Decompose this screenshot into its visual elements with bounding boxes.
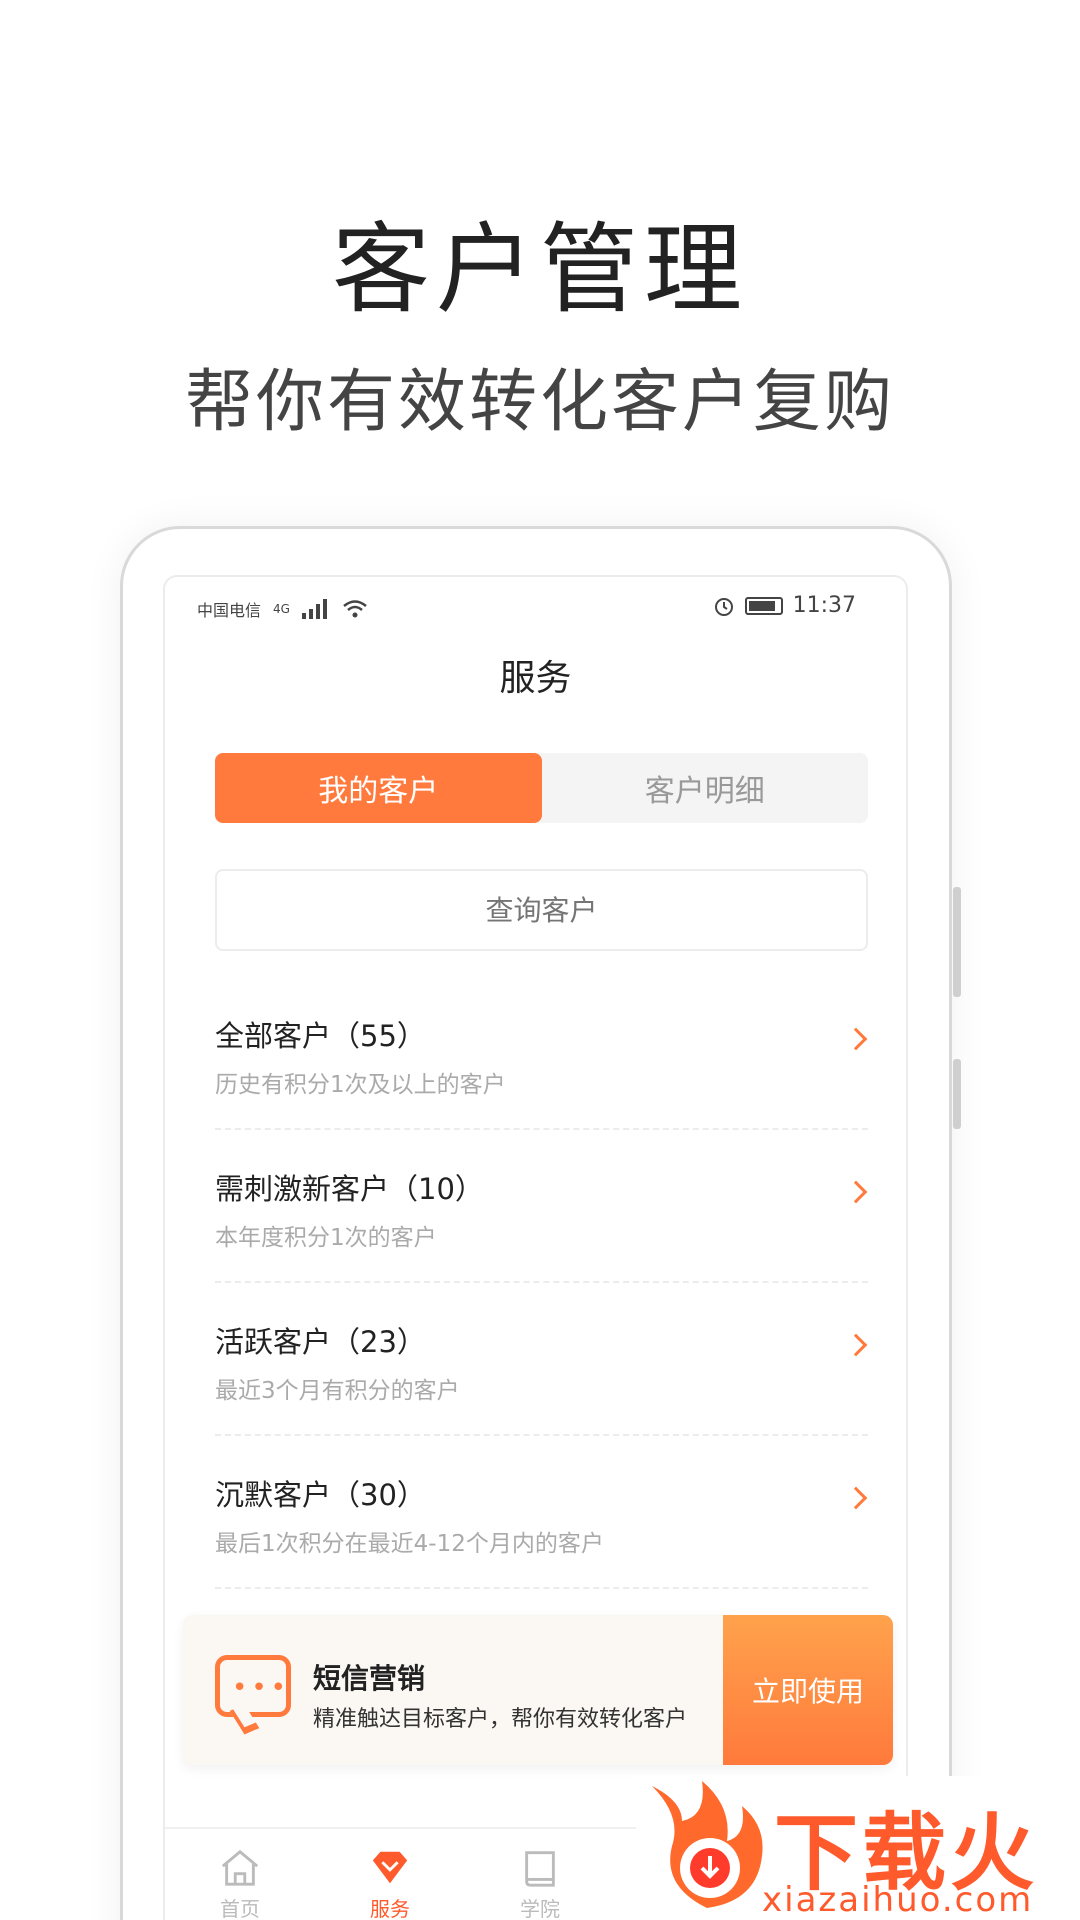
list-item-title: 沉默客户（30） <box>215 1478 426 1512</box>
list-item[interactable]: 活跃客户（23） 最近3个月有积分的客户 <box>215 1283 868 1436</box>
home-icon <box>221 1849 259 1886</box>
list-item-title: 全部客户（55） <box>215 1019 426 1053</box>
chevron-right-icon <box>844 1333 868 1357</box>
phone-screen: 中国电信 4G 11:37 服务 我的客户 客户明细 查询客户 全部客户（55）… <box>163 575 908 1920</box>
chevron-right-icon <box>844 1486 868 1510</box>
hero-title: 客户管理 <box>331 213 748 327</box>
power-button <box>953 1059 961 1129</box>
chevron-right-icon <box>844 1180 868 1204</box>
watermark-url: xiazaihuo.com <box>762 1880 1034 1920</box>
volume-button <box>953 887 961 997</box>
list-item-desc: 最后1次积分在最近4-12个月内的客户 <box>215 1531 604 1557</box>
list-item-desc: 历史有积分1次及以上的客户 <box>215 1072 506 1098</box>
tab-bar: 我的客户 客户明细 <box>215 753 868 823</box>
sms-card-title: 短信营销 <box>313 1662 426 1695</box>
sms-marketing-card: ••• 短信营销 精准触达目标客户，帮你有效转化客户 立即使用 <box>183 1615 893 1765</box>
status-time: 11:37 <box>792 593 856 618</box>
search-input[interactable] <box>215 869 868 951</box>
alarm-icon <box>714 597 733 616</box>
hero-subtitle: 帮你有效转化客户复购 <box>184 363 895 442</box>
tab-my-customers[interactable]: 我的客户 <box>215 753 542 823</box>
sms-card-desc: 精准触达目标客户，帮你有效转化客户 <box>313 1707 688 1732</box>
diamond-icon <box>372 1851 408 1884</box>
nav-item-service[interactable]: 服务 <box>315 1829 465 1920</box>
nav-item-academy[interactable]: 学院 <box>465 1829 615 1920</box>
list-item-desc: 最近3个月有积分的客户 <box>215 1378 460 1404</box>
customer-group-list: 全部客户（55） 历史有积分1次及以上的客户 需刺激新客户（10） 本年度积分1… <box>215 977 868 1589</box>
nav-label: 学院 <box>520 1897 560 1920</box>
list-item-desc: 本年度积分1次的客户 <box>215 1225 437 1251</box>
nav-label: 服务 <box>370 1897 410 1920</box>
watermark: 下载火 xiazaihuo.com <box>636 1776 1080 1920</box>
list-item[interactable]: 沉默客户（30） 最后1次积分在最近4-12个月内的客户 <box>215 1436 868 1589</box>
signal-icon <box>301 599 327 619</box>
tab-customer-details[interactable]: 客户明细 <box>542 753 869 823</box>
list-item[interactable]: 全部客户（55） 历史有积分1次及以上的客户 <box>215 977 868 1130</box>
network-label: 4G <box>273 602 290 616</box>
battery-icon <box>744 596 783 615</box>
wifi-icon <box>343 600 367 618</box>
status-bar: 中国电信 4G 11:37 <box>165 587 906 627</box>
list-item-title: 需刺激新客户（10） <box>215 1172 484 1206</box>
nav-item-home[interactable]: 首页 <box>165 1829 315 1920</box>
page-title: 服务 <box>499 658 572 699</box>
list-item[interactable]: 需刺激新客户（10） 本年度积分1次的客户 <box>215 1130 868 1283</box>
carrier-label: 中国电信 <box>197 601 262 620</box>
message-icon: ••• <box>215 1655 291 1717</box>
use-now-button[interactable]: 立即使用 <box>717 1615 893 1765</box>
chevron-right-icon <box>844 1027 868 1051</box>
book-icon <box>525 1851 555 1887</box>
nav-label: 首页 <box>220 1897 260 1920</box>
flame-logo-icon <box>652 1781 763 1908</box>
list-item-title: 活跃客户（23） <box>215 1325 426 1359</box>
